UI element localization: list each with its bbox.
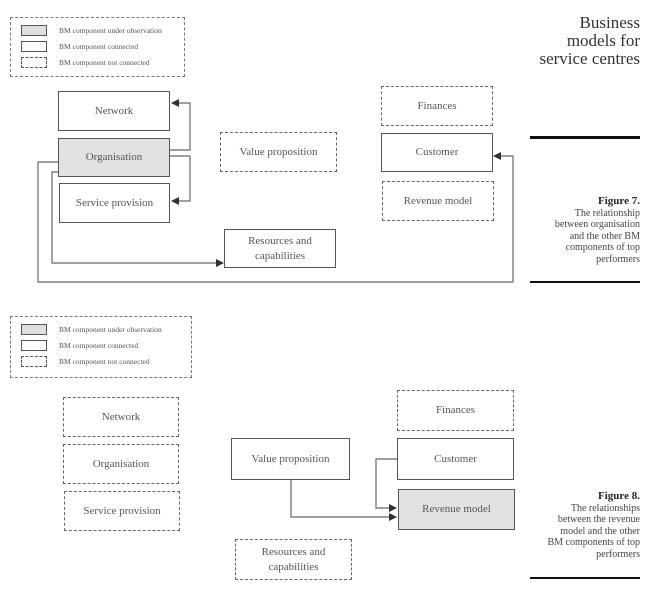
box-label: Resources and <box>248 234 312 247</box>
figure7-caption: Figure 7. The relationship between organ… <box>554 195 640 265</box>
box-label: Network <box>94 104 134 117</box>
caption-line: model and the other <box>560 525 640 537</box>
fig8-customer-box: Customer <box>397 438 514 480</box>
legend-label: BM component connected <box>59 340 139 350</box>
fig7-finances-box: Finances <box>381 86 493 126</box>
fig8-revenue-model-box: Revenue model <box>398 489 515 530</box>
caption-line: The relationships <box>570 502 640 514</box>
connector-value-revenue <box>290 480 397 521</box>
caption-rule-top <box>530 136 640 139</box>
box-label: Organisation <box>85 151 143 164</box>
caption-line: between organisation <box>554 219 640 230</box>
fig7-organisation-box: Organisation <box>58 138 170 177</box>
figure-label: Figure 8. <box>598 490 640 502</box>
box-label: Network <box>101 410 141 423</box>
caption-rule-bottom <box>530 577 640 579</box>
fig7-revenue-model-box: Revenue model <box>382 181 494 221</box>
box-label: Value proposition <box>239 145 318 158</box>
fig8-service-provision-box: Service provision <box>64 491 180 531</box>
legend-swatch-not-connected <box>21 355 47 367</box>
connector-customer-revenue <box>375 458 397 512</box>
legend-label: BM component not connected <box>59 356 150 366</box>
box-label: Resources and <box>261 545 326 558</box>
box-label: Finances <box>417 99 457 112</box>
fig8-finances-box: Finances <box>397 390 514 431</box>
connector-org-service <box>170 155 191 205</box>
fig8-resources-box: Resources and capabilities <box>235 539 352 580</box>
caption-line: components of top <box>565 242 640 253</box>
fig7-value-proposition-box: Value proposition <box>220 132 337 172</box>
caption-line: performers <box>596 253 640 265</box>
caption-line: between the revenue <box>557 514 640 525</box>
box-label: Revenue model <box>422 503 491 516</box>
connector-org-network <box>170 99 191 151</box>
box-label: capabilities <box>268 560 319 573</box>
legend-swatch-observation <box>21 323 47 335</box>
box-label: Finances <box>435 404 476 417</box>
fig8-organisation-box: Organisation <box>63 444 179 484</box>
legend-item-not-connected: BM component not connected <box>21 354 150 368</box>
figure-label: Figure 7. <box>598 195 640 207</box>
figure8-caption: Figure 8. The relationships between the … <box>547 490 641 560</box>
box-label: Service provision <box>83 504 161 517</box>
legend-label: BM component under observation <box>59 324 162 334</box>
box-label: Customer <box>434 452 477 465</box>
box-label: Value proposition <box>251 452 330 465</box>
caption-line: performers <box>596 548 640 560</box>
fig8-value-proposition-box: Value proposition <box>231 438 350 480</box>
box-label: Customer <box>415 146 459 159</box>
box-label: Organisation <box>92 457 150 470</box>
legend-item-connected: BM component connected <box>21 338 138 352</box>
fig7-customer-box: Customer <box>381 133 493 172</box>
box-label: Revenue model <box>403 194 473 207</box>
legend-item-observation: BM component under observation <box>21 322 162 336</box>
caption-line: The relationship <box>574 207 640 219</box>
fig7-resources-box: Resources and capabilities <box>224 229 336 268</box>
legend-swatch-connected <box>21 339 47 351</box>
caption-rule-bottom <box>530 281 640 283</box>
fig7-network-box: Network <box>58 91 170 131</box>
box-label: Service provision <box>75 196 154 209</box>
figure8-legend: BM component under observation BM compon… <box>10 316 192 378</box>
caption-line: BM components of top <box>547 537 641 548</box>
box-label: capabilities <box>254 249 306 262</box>
fig8-network-box: Network <box>63 397 179 437</box>
fig7-service-provision-box: Service provision <box>59 183 170 223</box>
caption-line: and the other BM <box>569 230 640 242</box>
